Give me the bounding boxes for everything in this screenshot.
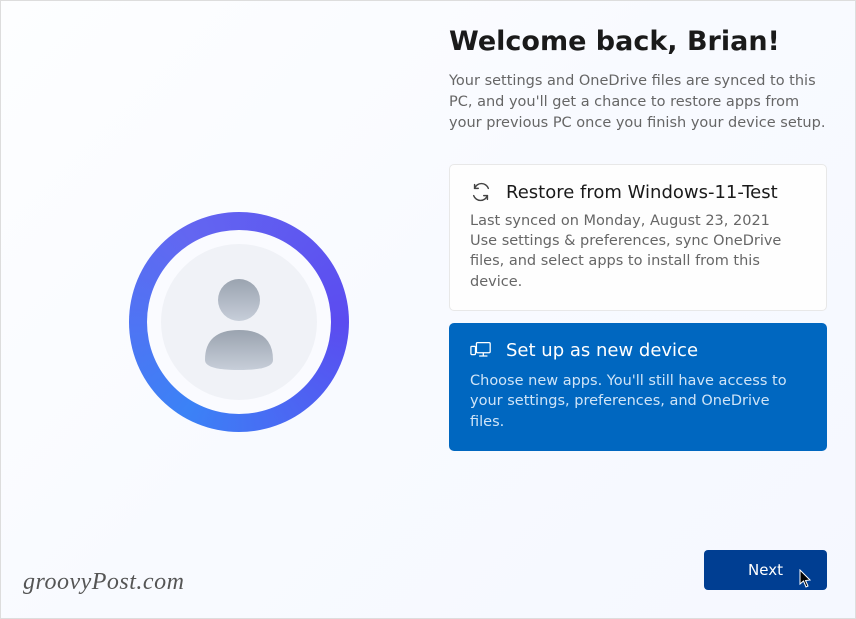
device-icon xyxy=(470,341,492,359)
next-button[interactable]: Next xyxy=(704,550,827,590)
avatar-panel xyxy=(29,26,449,598)
option-restore-lastsync: Last synced on Monday, August 23, 2021 xyxy=(470,213,806,229)
option-restore-desc: Use settings & preferences, sync OneDriv… xyxy=(470,231,806,292)
avatar-ring xyxy=(129,212,349,432)
option-restore-title: Restore from Windows-11-Test xyxy=(506,182,778,203)
option-new-device-desc: Choose new apps. You'll still have acces… xyxy=(470,371,806,432)
option-new-device-title: Set up as new device xyxy=(506,340,698,361)
option-new-device[interactable]: Set up as new device Choose new apps. Yo… xyxy=(449,323,827,451)
avatar-circle xyxy=(161,244,317,400)
watermark: groovyPost.com xyxy=(23,569,184,596)
page-subtext: Your settings and OneDrive files are syn… xyxy=(449,71,827,134)
sync-icon xyxy=(470,181,492,203)
person-icon xyxy=(194,272,284,372)
option-restore[interactable]: Restore from Windows-11-Test Last synced… xyxy=(449,164,827,311)
avatar-inner-ring xyxy=(147,230,331,414)
page-title: Welcome back, Brian! xyxy=(449,26,827,57)
